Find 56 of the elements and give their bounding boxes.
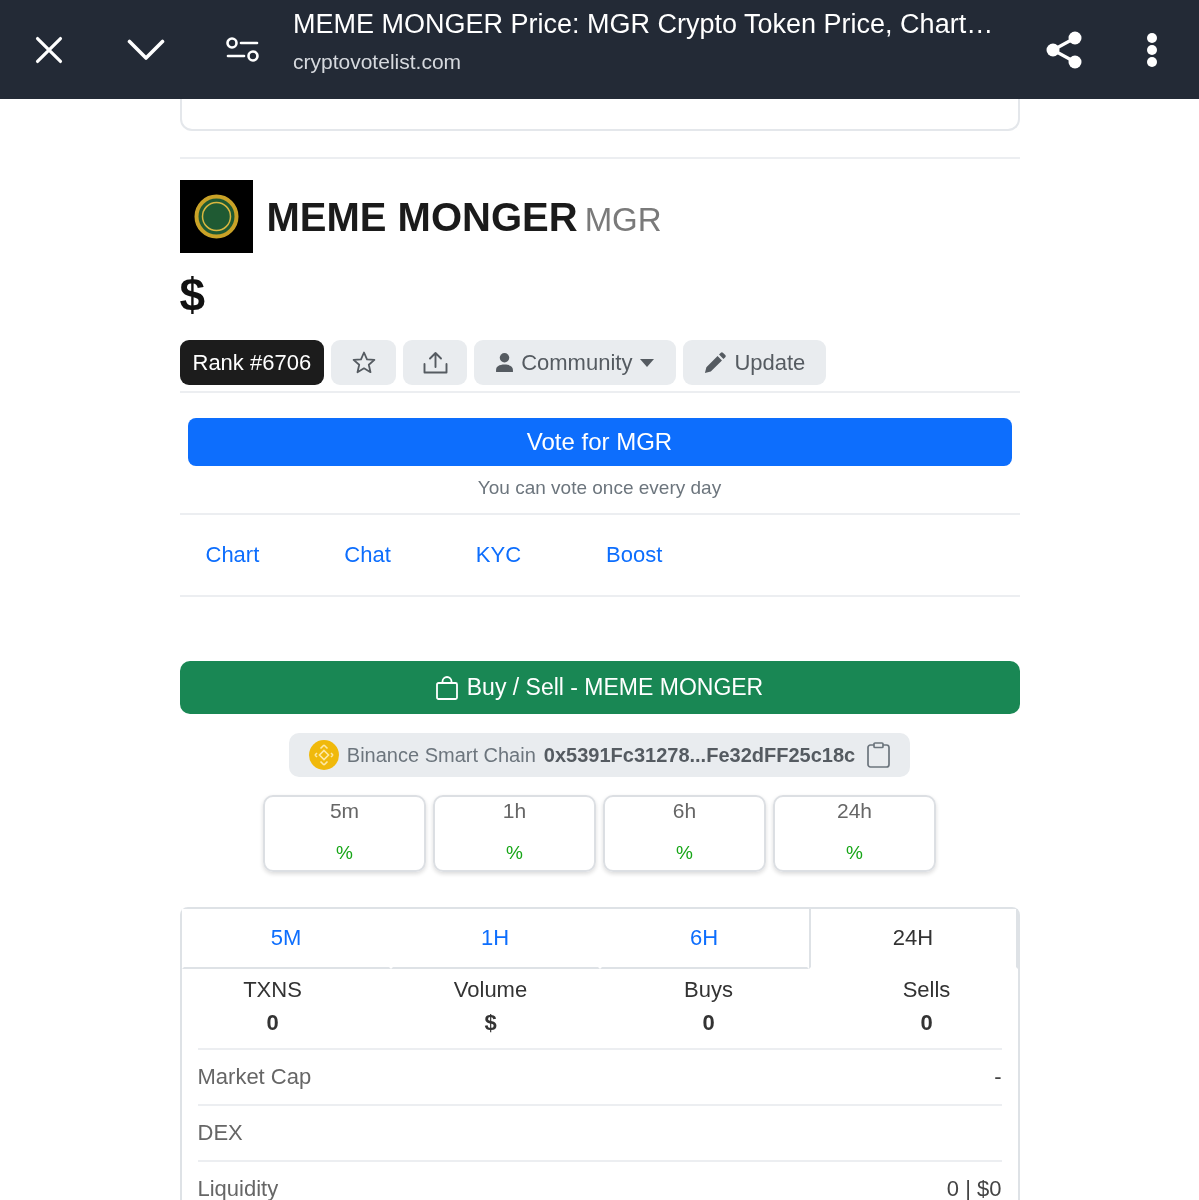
- stat-label: TXNS: [243, 976, 302, 1004]
- row-label: Liquidity: [197, 1175, 279, 1200]
- caret-icon: [640, 358, 655, 367]
- favorite-button[interactable]: [331, 340, 397, 385]
- row-value: -: [994, 1063, 1002, 1091]
- nav-link[interactable]: KYC: [475, 541, 522, 569]
- stat-value: $: [484, 1009, 497, 1037]
- period-label: 1h: [502, 798, 527, 824]
- coin-icon: [308, 740, 339, 770]
- stat-value: 0: [266, 1009, 279, 1037]
- page-url: cryptovotelist.com: [293, 50, 463, 74]
- pencil-icon: [704, 351, 727, 374]
- change-value: %: [336, 841, 353, 865]
- contract-address: 0x5391Fc31278...Fe32dFF25c18c: [543, 743, 856, 767]
- vote-button[interactable]: Vote for MGR: [187, 418, 1012, 466]
- period-label: 24h: [836, 798, 872, 824]
- row-value: 0 | $0: [946, 1175, 1002, 1200]
- nav-link[interactable]: Chart: [205, 541, 260, 569]
- stat-label: Sells: [902, 976, 951, 1004]
- period-label: 5m: [329, 798, 360, 824]
- close-icon[interactable]: [33, 34, 64, 65]
- chevron-down-icon[interactable]: [126, 38, 165, 61]
- edit-button[interactable]: Update: [683, 340, 827, 385]
- chain-name: Binance Smart Chain: [346, 743, 536, 767]
- row-label: Market Cap: [197, 1063, 312, 1091]
- token-name: MEME MONGER: [266, 193, 578, 241]
- vote-note: You can vote once every day: [477, 476, 722, 500]
- person-icon: [496, 353, 514, 372]
- page-title: MEME MONGER Price: MGR Crypto Token Price, Chart…: [293, 8, 995, 40]
- dropdown-button[interactable]: Community: [474, 340, 677, 385]
- buy-sell-button[interactable]: Buy / Sell - MEME MONGER: [179, 661, 1020, 714]
- bag-icon: [435, 675, 458, 700]
- upload-icon: [422, 351, 448, 374]
- stat-label: Volume: [453, 976, 528, 1004]
- stat-value: 0: [702, 1009, 715, 1037]
- change-value: %: [506, 841, 523, 865]
- star-icon: [351, 351, 376, 374]
- share-button[interactable]: [403, 340, 468, 385]
- stat-label: Buys: [684, 976, 733, 1004]
- more-icon[interactable]: [1146, 31, 1158, 68]
- period-tab[interactable]: 5M: [181, 909, 391, 969]
- period-label: 6h: [672, 798, 697, 824]
- ring-logo-icon: [179, 180, 253, 253]
- share-icon[interactable]: [1045, 30, 1083, 69]
- period-tab[interactable]: 24H: [808, 909, 1018, 969]
- stat-value: 0: [920, 1009, 933, 1037]
- nav-link[interactable]: Chat: [344, 541, 391, 569]
- token-price: $: [179, 268, 206, 323]
- rank-label: Rank #6706: [179, 340, 325, 385]
- change-value: %: [846, 841, 863, 865]
- nav-link[interactable]: Boost: [606, 541, 663, 569]
- clipboard-icon[interactable]: [867, 742, 891, 768]
- row-label: DEX: [197, 1119, 243, 1147]
- token-symbol: MGR: [584, 199, 662, 240]
- change-value: %: [676, 841, 693, 865]
- sliders-icon[interactable]: [226, 37, 259, 62]
